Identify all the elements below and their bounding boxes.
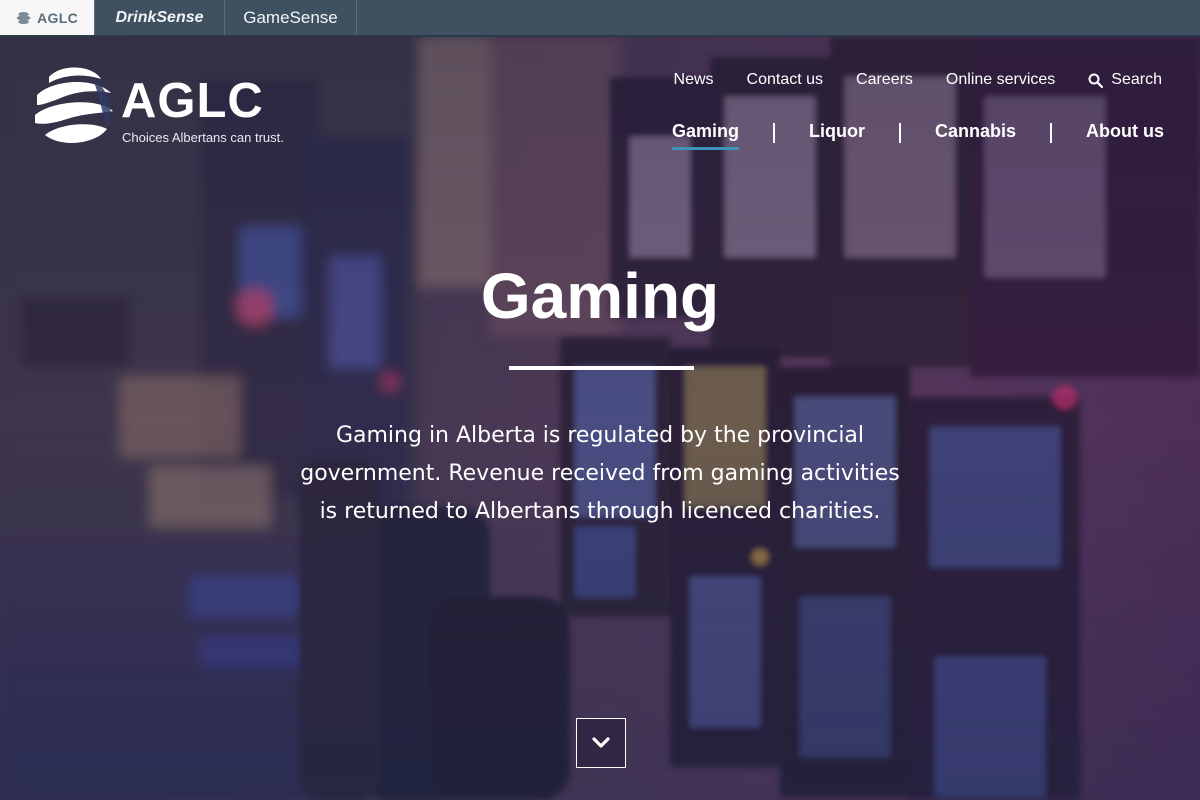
nav-divider xyxy=(898,122,901,143)
nav-divider xyxy=(1050,122,1052,143)
aglc-logo[interactable]: AGLC Choices Albertans can trust. xyxy=(33,65,293,149)
search-label: Search xyxy=(1111,71,1162,88)
site-tab-label: DrinkSense xyxy=(115,8,204,26)
site-switcher-bar: AGLC DrinkSense GameSense xyxy=(0,0,1200,37)
nav-divider xyxy=(772,122,775,143)
nav-tab-gaming[interactable]: Gaming xyxy=(671,121,739,150)
nav-tab-liquor[interactable]: Liquor xyxy=(809,121,865,150)
nav-tab-cannabis[interactable]: Cannabis xyxy=(935,121,1016,150)
title-underline xyxy=(509,366,694,370)
logo-tagline: Choices Albertans can trust. xyxy=(122,130,284,145)
search-icon xyxy=(1088,73,1104,88)
scroll-down-button[interactable] xyxy=(576,718,626,768)
aglc-globe-logo-icon xyxy=(35,67,113,143)
nav-link-careers[interactable]: Careers xyxy=(856,71,913,89)
chevron-down-icon xyxy=(592,737,610,748)
nav-link-news[interactable]: News xyxy=(674,71,714,89)
hero-description-line: is returned to Albertans through licence… xyxy=(319,499,881,524)
site-tab-aglc[interactable]: AGLC xyxy=(0,0,95,35)
hero-description-line: Gaming in Alberta is regulated by the pr… xyxy=(335,423,865,448)
page-title: Gaming xyxy=(480,260,720,332)
hero-section: AGLC Choices Albertans can trust. News C… xyxy=(0,37,1200,800)
hero-description: Gaming in Alberta is regulated by the pr… xyxy=(290,417,910,531)
nav-tab-about-us[interactable]: About us xyxy=(1086,121,1164,150)
nav-link-contact-us[interactable]: Contact us xyxy=(747,71,823,89)
hero-description-line: government. Revenue received from gaming… xyxy=(300,461,900,486)
site-tab-label: GameSense xyxy=(243,7,338,27)
search-link[interactable]: Search xyxy=(1088,71,1162,89)
nav-link-online-services[interactable]: Online services xyxy=(946,71,1055,89)
utility-nav: News Contact us Careers Online services … xyxy=(674,71,1162,89)
logo-wordmark: AGLC xyxy=(121,74,264,128)
site-tab-gamesense[interactable]: GameSense xyxy=(225,0,357,35)
site-tab-drinksense[interactable]: DrinkSense xyxy=(95,0,225,35)
site-tab-label: AGLC xyxy=(37,9,78,26)
primary-nav: Gaming Liquor Cannabis About us xyxy=(671,121,1164,150)
aglc-mini-logo-icon xyxy=(16,11,31,24)
